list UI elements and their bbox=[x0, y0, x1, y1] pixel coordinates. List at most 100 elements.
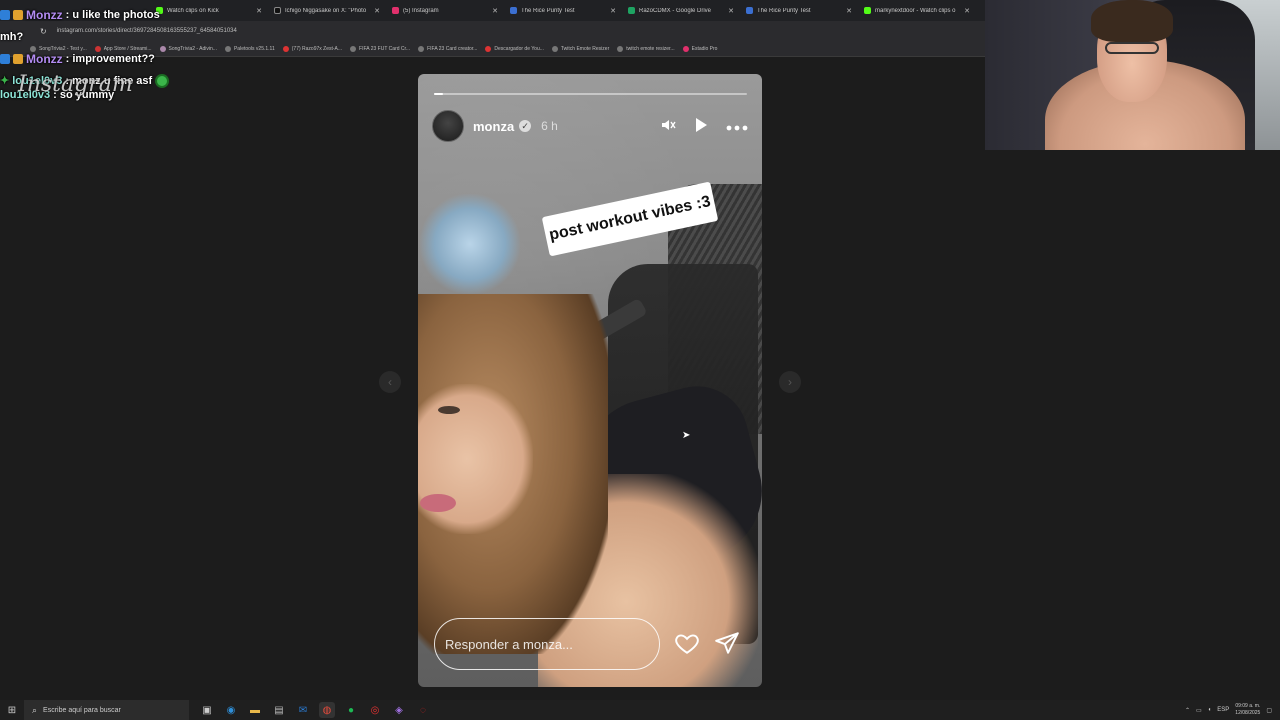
story-username[interactable]: monza bbox=[473, 119, 514, 134]
browser-tab[interactable]: The Rice Purity Test ✕ bbox=[504, 0, 622, 21]
bookmark-icon bbox=[418, 45, 425, 52]
mouse-cursor-icon: ➤ bbox=[682, 430, 691, 441]
bookmark-icon bbox=[282, 45, 289, 52]
mail-icon[interactable]: ✉ bbox=[295, 702, 311, 718]
task-view-icon[interactable]: ▣ bbox=[199, 702, 215, 718]
browser-tab[interactable]: (5) Instagram ✕ bbox=[386, 0, 504, 21]
x-icon bbox=[274, 7, 281, 14]
system-tray: ⌃ ▭ ◖ ESP 09:09 a. m. 12/08/2025 ▢ bbox=[1185, 703, 1280, 717]
send-button[interactable] bbox=[714, 630, 740, 656]
edge-icon[interactable]: ◉ bbox=[223, 702, 239, 718]
spotify-icon[interactable]: ● bbox=[343, 702, 359, 718]
clock[interactable]: 09:09 a. m. 12/08/2025 bbox=[1235, 703, 1260, 717]
browser-tab[interactable]: Ichigo Niggasake on X: "Photo ✕ bbox=[268, 0, 386, 21]
story-photo-element bbox=[420, 494, 456, 512]
app-icon[interactable]: ◌ bbox=[415, 702, 431, 718]
bookmark-label: FIFA 23 FUT Card Cr... bbox=[359, 45, 411, 52]
sparkle-icon: ✦ bbox=[0, 74, 10, 87]
bookmark-label: FIFA 23 Card creator... bbox=[427, 45, 478, 52]
bookmark[interactable]: Descargador de You... bbox=[485, 45, 544, 52]
reply-input[interactable] bbox=[445, 636, 659, 652]
play-icon[interactable] bbox=[694, 117, 708, 136]
chevron-right-icon: › bbox=[788, 375, 792, 389]
bookmark-icon bbox=[551, 45, 558, 52]
close-icon[interactable]: ✕ bbox=[374, 7, 380, 15]
taskbar-apps: ▣ ◉ ▬ ▤ ✉ ◍ ● ◎ ◈ ◌ bbox=[199, 702, 431, 718]
bookmark[interactable]: Estadio Pro bbox=[682, 45, 717, 52]
screen: Watch clips on Kick ✕ Ichigo Niggasake on… bbox=[0, 0, 1280, 720]
webcam-person bbox=[1105, 42, 1159, 54]
story-progress-bar bbox=[434, 93, 747, 95]
drive-icon bbox=[628, 7, 635, 14]
browser-tab[interactable]: markynextdoor - Watch clips o ✕ bbox=[858, 0, 976, 21]
story-photo-element bbox=[438, 406, 460, 414]
chevron-left-icon: ‹ bbox=[388, 375, 392, 389]
clock-time: 09:09 a. m. bbox=[1235, 703, 1261, 709]
browser-tab[interactable]: The Rice Purity Test ✕ bbox=[740, 0, 858, 21]
windows-start-icon[interactable]: ⊞ bbox=[0, 700, 24, 720]
close-icon[interactable]: ✕ bbox=[846, 7, 852, 15]
tab-title: markynextdoor - Watch clips o bbox=[875, 7, 956, 14]
taskbar: ⊞ ⌕ Escribe aquí para buscar ▣ ◉ ▬ ▤ ✉ ◍… bbox=[0, 700, 1280, 720]
bookmark[interactable]: Twitch Emote Resizer bbox=[551, 45, 609, 52]
chrome-icon[interactable]: ◍ bbox=[319, 702, 335, 718]
chevron-up-icon[interactable]: ⌃ bbox=[1185, 707, 1190, 714]
file-explorer-icon[interactable]: ▬ bbox=[247, 702, 263, 718]
instagram-icon bbox=[392, 7, 399, 14]
avatar[interactable] bbox=[432, 110, 464, 142]
bookmark-label: twitch emote resizer... bbox=[626, 45, 675, 52]
app-icon[interactable]: ◎ bbox=[367, 702, 383, 718]
previous-story-button[interactable]: ‹ bbox=[379, 371, 401, 393]
kick-icon bbox=[864, 7, 871, 14]
search-icon: ⌕ bbox=[32, 704, 38, 715]
page-icon bbox=[510, 7, 517, 14]
bookmark[interactable]: (77) Razo97x Zest-A... bbox=[282, 45, 343, 52]
chat-text: : u like the photos bbox=[65, 8, 160, 21]
chat-text: : improvement?? bbox=[65, 52, 155, 65]
badge-icon bbox=[0, 54, 10, 64]
tab-title: The Rice Purity Test bbox=[757, 7, 811, 14]
next-story-button[interactable]: › bbox=[779, 371, 801, 393]
store-icon[interactable]: ▤ bbox=[271, 702, 287, 718]
volume-icon[interactable]: ◖ bbox=[1208, 707, 1212, 713]
bookmark[interactable]: twitch emote resizer... bbox=[617, 45, 675, 52]
bookmark-icon bbox=[617, 45, 624, 52]
bookmark[interactable]: FIFA 23 Card creator... bbox=[418, 45, 478, 52]
tab-title: Ichigo Niggasake on X: "Photo bbox=[285, 7, 367, 14]
story-progress-fill bbox=[434, 93, 444, 95]
chat-message: Monzz : improvement?? bbox=[0, 48, 260, 70]
network-icon[interactable]: ▭ bbox=[1196, 707, 1202, 714]
chat-username: Monzz bbox=[26, 7, 63, 22]
taskbar-search[interactable]: ⌕ Escribe aquí para buscar bbox=[24, 700, 189, 720]
bookmark-label: Descargador de You... bbox=[494, 45, 544, 52]
badge-icon bbox=[0, 10, 10, 20]
browser-tab[interactable]: RazoCDMX - Google Drive ✕ bbox=[622, 0, 740, 21]
more-icon[interactable] bbox=[726, 119, 748, 134]
heart-icon bbox=[675, 634, 699, 654]
story-time: 6 h bbox=[541, 119, 558, 133]
notifications-icon[interactable]: ▢ bbox=[1266, 707, 1272, 714]
close-icon[interactable]: ✕ bbox=[964, 7, 970, 15]
app-icon[interactable]: ◈ bbox=[391, 702, 407, 718]
story-photo-element bbox=[420, 194, 520, 294]
badge-icon bbox=[13, 54, 23, 64]
badge-icon bbox=[13, 10, 23, 20]
reply-field[interactable] bbox=[434, 618, 660, 670]
language-indicator[interactable]: ESP bbox=[1217, 707, 1229, 713]
bookmark[interactable]: FIFA 23 FUT Card Cr... bbox=[350, 45, 411, 52]
close-icon[interactable]: ✕ bbox=[492, 7, 498, 15]
tab-title: The Rice Purity Test bbox=[521, 7, 575, 14]
bookmark-label: (77) Razo97x Zest-A... bbox=[291, 45, 343, 52]
send-icon bbox=[715, 632, 739, 654]
speaker-icon[interactable] bbox=[660, 117, 676, 136]
page-icon bbox=[746, 7, 753, 14]
webcam-person bbox=[1091, 0, 1173, 42]
clock-date: 12/08/2025 bbox=[1235, 710, 1261, 716]
tab-title: RazoCDMX - Google Drive bbox=[639, 7, 712, 14]
close-icon[interactable]: ✕ bbox=[610, 7, 616, 15]
webcam-overlay bbox=[985, 0, 1280, 150]
story-viewer[interactable]: monza ✓ 6 h post workout vibes :3 bbox=[418, 74, 762, 687]
like-button[interactable] bbox=[674, 630, 700, 656]
close-icon[interactable]: ✕ bbox=[728, 7, 734, 15]
chat-message: Monzz : u like the photos bbox=[0, 4, 260, 26]
